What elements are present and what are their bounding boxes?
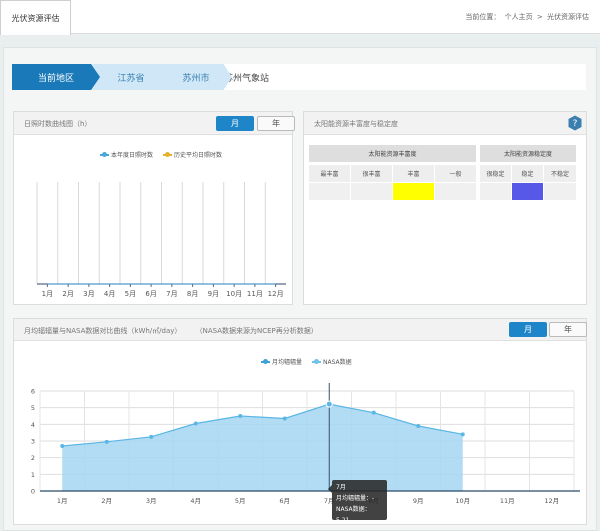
radiation-year-toggle[interactable]: 年 — [549, 322, 587, 337]
crumb-city[interactable]: 苏州市 — [160, 64, 232, 90]
radiation-note-text: （NASA数据来源为NCEP再分析数据） — [195, 327, 318, 335]
stability-value-stable-highlight — [512, 183, 543, 200]
richness-header: 太阳能资源丰富度 — [309, 145, 476, 162]
help-icon[interactable]: ? — [568, 115, 582, 131]
rad-x-tick-label: 9月 — [413, 497, 424, 505]
tooltip-month: 7月 — [336, 484, 346, 491]
rad-point-nasa — [149, 434, 154, 439]
sunshine-month-toggle[interactable]: 月 — [216, 116, 254, 131]
svg-text:?: ? — [573, 119, 578, 129]
stability-value-unstable — [544, 183, 576, 200]
rad-y-tick-label: 2 — [31, 454, 35, 462]
location-home-link[interactable]: 个人主页 — [505, 13, 533, 21]
rad-point-nasa — [238, 414, 243, 418]
sun-x-tick-label: 9月 — [208, 290, 219, 298]
sun-x-tick-label: 3月 — [83, 290, 94, 298]
rad-point-highlight — [325, 400, 333, 408]
rad-x-tick-label: 3月 — [146, 497, 157, 505]
radiation-chart: 01234561月2月3月4月5月6月7月8月9月10月11月12月 — [31, 383, 580, 505]
location-breadcrumb: 当前位置： 个人主页 > 光伏资源评估 — [464, 12, 590, 22]
rad-x-tick-label: 11月 — [500, 497, 515, 505]
rad-y-tick-label: 3 — [31, 438, 35, 446]
sun-x-tick-label: 11月 — [247, 290, 263, 298]
rad-point-nasa — [282, 416, 287, 421]
stability-panel: 太阳能资源丰富度与稳定度 ? 太阳能资源丰富度 太阳能资源稳定度 最丰富 很丰富… — [303, 111, 587, 305]
sunshine-panel: 日照时数曲线图（h） 月 年 本年度日照时数 历史平均日照时数 1月 2月 3月 4月… — [13, 111, 295, 305]
rad-point-nasa — [193, 421, 198, 426]
location-separator: > — [536, 13, 543, 21]
tooltip-line-monthly: 月均辐辐量：- — [336, 495, 375, 502]
rad-y-tick-label: 4 — [31, 421, 35, 429]
rad-x-tick-label: 10月 — [455, 497, 470, 505]
stability-col-stable: 稳定 — [512, 165, 543, 182]
stability-col-unstable: 不稳定 — [544, 165, 576, 182]
sun-x-tick-label: 4月 — [104, 290, 115, 298]
richness-col-most: 最丰富 — [309, 165, 350, 182]
sun-x-tick-label: 12月 — [268, 290, 284, 298]
crumb-current-region[interactable]: 当前地区 — [12, 64, 100, 90]
richness-value-normal — [435, 183, 476, 200]
sun-x-tick-label: 7月 — [166, 290, 177, 298]
crumb-current-region-label: 当前地区 — [37, 73, 74, 84]
crumb-city-label: 苏州市 — [182, 73, 210, 84]
rad-y-tick-label: 1 — [31, 471, 35, 479]
location-current: 光伏资源评估 — [547, 13, 589, 21]
radiation-panel-header: 月均辐辐量与NASA数据对比曲线（kWh/㎡/day） （NASA数据来源为NC… — [14, 319, 587, 341]
rad-point-nasa — [371, 410, 376, 415]
rad-y-tick-label: 5 — [31, 404, 35, 412]
radiation-panel: 月均辐辐量与NASA数据对比曲线（kWh/㎡/day） （NASA数据来源为NC… — [13, 318, 587, 525]
rad-point-nasa — [460, 432, 465, 437]
richness-value-rich-highlight — [393, 183, 434, 200]
rad-y-tick-label: 0 — [31, 488, 35, 496]
stability-col-very: 很稳定 — [480, 165, 511, 182]
sunshine-panel-header: 日照时数曲线图（h） 月 年 — [14, 112, 295, 135]
sun-x-tick-label: 2月 — [62, 290, 73, 298]
sun-x-tick-label: 10月 — [226, 290, 242, 298]
rad-x-tick-label: 2月 — [101, 497, 112, 505]
location-label: 当前位置： — [465, 13, 501, 21]
radiation-panel-title: 月均辐辐量与NASA数据对比曲线（kWh/㎡/day） （NASA数据来源为NC… — [24, 326, 318, 336]
region-breadcrumb: 当前地区 江苏省 苏州市 苏州气象站 — [12, 64, 586, 90]
tooltip-line-nasa: NASA数据：5.21 — [336, 506, 371, 524]
tab-pv-assessment-label: 光伏资源评估 — [11, 13, 60, 23]
sun-x-tick-label: 8月 — [187, 290, 198, 298]
rad-x-tick-label: 1月 — [57, 497, 68, 505]
richness-col-very: 很丰富 — [351, 165, 392, 182]
rad-point-nasa — [104, 439, 109, 444]
stability-panel-header: 太阳能资源丰富度与稳定度 ? — [304, 112, 586, 135]
stability-value-very — [480, 183, 511, 200]
rad-x-tick-label: 5月 — [235, 497, 246, 505]
sun-x-tick-label: 5月 — [125, 290, 136, 298]
rad-x-tick-label: 12月 — [544, 497, 559, 505]
radiation-month-toggle[interactable]: 月 — [509, 322, 547, 337]
tab-pv-assessment[interactable]: 光伏资源评估 — [0, 0, 71, 35]
sunshine-panel-title: 日照时数曲线图（h） — [24, 120, 92, 128]
stability-panel-title: 太阳能资源丰富度与稳定度 — [314, 120, 398, 128]
radiation-title-text: 月均辐辐量与NASA数据对比曲线（kWh/㎡/day） — [24, 327, 182, 335]
sun-x-tick-label: 1月 — [42, 290, 53, 298]
richness-value-very — [351, 183, 392, 200]
sunshine-year-toggle[interactable]: 年 — [257, 116, 295, 131]
crumb-province-label: 江苏省 — [117, 73, 145, 84]
richness-col-normal: 一般 — [435, 165, 476, 182]
rad-y-tick-label: 6 — [31, 388, 35, 396]
sun-x-tick-label: 6月 — [145, 290, 156, 298]
sunshine-chart: 1月 2月 3月 4月 5月 6月 7月 8月 9月 10月 11月 12月 — [36, 182, 286, 298]
legend-swatch-nasa — [312, 359, 322, 364]
rad-point-nasa — [416, 424, 421, 428]
top-bar: 光伏资源评估 当前位置： 个人主页 > 光伏资源评估 — [0, 0, 600, 35]
crumb-province[interactable]: 江苏省 — [92, 64, 170, 90]
rad-x-tick-label: 6月 — [279, 497, 290, 505]
richness-col-rich: 丰富 — [393, 165, 434, 182]
chart-tooltip: 7月 月均辐辐量：- NASA数据：5.21 — [328, 480, 387, 524]
rad-point-nasa — [60, 444, 65, 448]
legend-swatch-monthly-radiation — [261, 359, 270, 364]
stability-header: 太阳能资源稳定度 — [480, 145, 576, 162]
richness-value-most — [309, 183, 350, 200]
rad-x-tick-label: 4月 — [190, 497, 201, 505]
